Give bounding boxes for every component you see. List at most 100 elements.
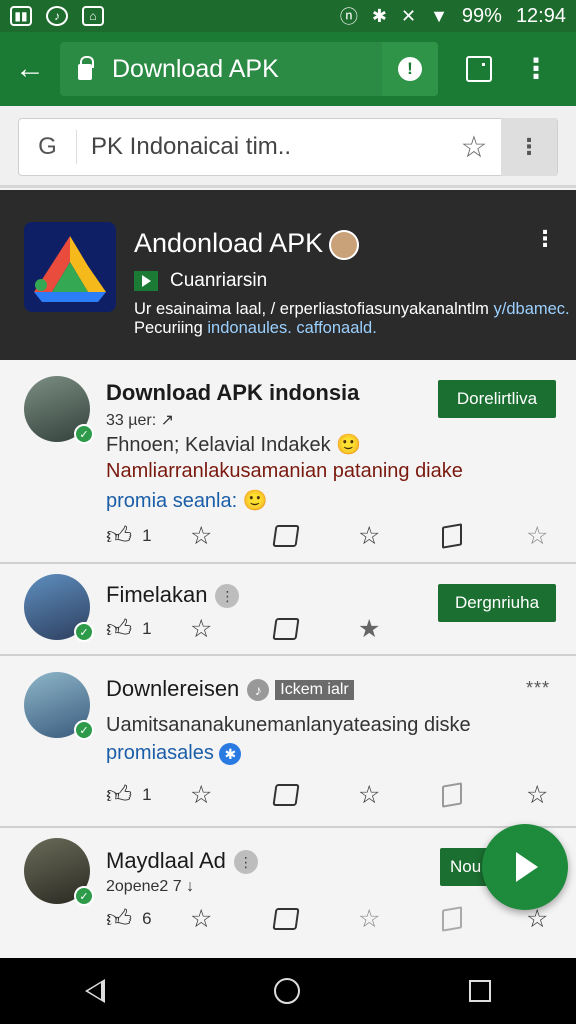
share-button[interactable]: [272, 525, 358, 547]
google-icon: G: [19, 130, 77, 164]
post-actions: 👍︎ 6 ☆ ☆ ☆: [106, 904, 556, 934]
music-badge-icon: ♪: [247, 679, 270, 702]
thumbs-up-icon: 👍︎: [106, 522, 133, 550]
alert-icon: !: [398, 57, 422, 81]
play-store-icon: [134, 271, 158, 291]
verified-icon: ✓: [74, 720, 94, 740]
post-author[interactable]: Downlereisen ♪ Ickem ialr: [106, 676, 354, 702]
post-author[interactable]: Fimelakan ⋮: [106, 582, 240, 609]
search-input[interactable]: G PK Indonaicai tim.. ☆ ⋮: [18, 118, 558, 176]
wifi-icon: ▼: [430, 5, 448, 26]
status-bar: ▮▮ ♪ ⌂ ⓝ ✱ ✕ ▼ 99% 12:94: [0, 0, 576, 32]
download-button[interactable]: Dorelirtliva: [438, 380, 556, 418]
more-info-icon[interactable]: ⋮: [215, 584, 240, 609]
back-arrow-icon[interactable]: ←: [0, 32, 60, 106]
avatar[interactable]: ✓: [24, 838, 94, 906]
favorite-button[interactable]: ☆: [190, 904, 274, 934]
save-button[interactable]: [442, 523, 526, 549]
app-subtitle: Cuanriarsin: [134, 270, 267, 292]
like-button[interactable]: 👍︎ 1: [106, 521, 190, 551]
post-actions: 👍︎ 1 ☆ ★: [106, 614, 556, 644]
nav-recents-icon[interactable]: [469, 980, 492, 1002]
bookmark-icon: [442, 906, 462, 932]
share-button[interactable]: [272, 908, 358, 930]
star-icon: ☆: [190, 522, 213, 550]
post-meta: 33 µer: ↗: [106, 412, 174, 429]
post-author[interactable]: Download APK indonsia: [106, 380, 359, 406]
share-icon: [272, 784, 300, 806]
rate-button[interactable]: ★: [358, 614, 442, 644]
nfc-icon: ⓝ: [339, 7, 358, 27]
nav-back-icon[interactable]: [84, 979, 105, 1003]
lock-icon: [78, 56, 94, 80]
app-header-card: Andonload APK ⋮ Cuanriarsin Ur esainaima…: [0, 190, 576, 360]
thumbs-up-icon: 👍︎: [106, 781, 133, 809]
bookmark-icon: [442, 782, 462, 808]
post-card: ✓ Download APK indonsia 33 µer: ↗ Doreli…: [0, 360, 576, 564]
star-icon: ☆: [190, 905, 213, 933]
star-icon: ☆: [358, 522, 381, 550]
share-button[interactable]: [272, 618, 358, 640]
star-icon: ☆: [358, 905, 381, 933]
avatar[interactable]: ✓: [24, 672, 94, 740]
music-icon: ♪: [46, 6, 68, 26]
search-query: PK Indonaicai tim..: [91, 133, 292, 160]
post-link[interactable]: promia seanla: 🙂: [106, 488, 268, 513]
no-signal-icon: ✕: [400, 5, 417, 26]
share-icon: [272, 525, 300, 547]
star-button[interactable]: ☆: [526, 780, 548, 810]
like-button[interactable]: 👍︎ 6: [106, 904, 190, 934]
app-title: Andonload APK: [134, 228, 360, 260]
share-button[interactable]: [272, 784, 358, 806]
verified-icon: ✓: [74, 424, 94, 444]
app-logo[interactable]: [24, 222, 116, 312]
thumbs-up-icon: 👍︎: [106, 615, 133, 643]
like-button[interactable]: 👍︎ 1: [106, 614, 190, 644]
image-icon: ▮▮: [10, 6, 32, 26]
app-menu-icon[interactable]: ⋮: [534, 226, 556, 252]
info-alert-button[interactable]: !: [382, 42, 438, 96]
verified-badge-icon: ✱: [219, 742, 242, 765]
avatar[interactable]: ✓: [24, 574, 94, 642]
star-icon: ☆: [358, 781, 381, 809]
favorite-button[interactable]: ☆: [190, 521, 274, 551]
description-link-2[interactable]: indonaules. caffonaald.: [207, 319, 376, 337]
description-link-1[interactable]: y/dbamec.: [494, 300, 570, 318]
tabs-switcher-icon[interactable]: [466, 56, 492, 82]
nav-home-icon[interactable]: [273, 978, 300, 1004]
more-info-icon[interactable]: ⋮: [233, 850, 258, 875]
post-card: ✓ Downlereisen ♪ Ickem ialr *** Uamitsanan…: [0, 656, 576, 828]
favorite-button[interactable]: ☆: [190, 780, 274, 810]
app-description-line1: Ur esainaima laal, / erperliastofiasunya…: [134, 300, 570, 318]
rate-button[interactable]: ☆: [358, 521, 442, 551]
url-title: Download APK: [112, 54, 279, 83]
rate-button[interactable]: ☆: [358, 780, 442, 810]
avatar[interactable]: ✓: [24, 376, 94, 444]
post-actions: 👍︎ 1 ☆ ☆ ☆: [106, 780, 556, 810]
post-author[interactable]: Maydlaal Ad ⋮: [106, 848, 258, 875]
star-icon: ☆: [526, 522, 549, 550]
favorite-button[interactable]: ☆: [190, 614, 274, 644]
search-menu-icon[interactable]: ⋮: [501, 118, 557, 176]
post-more-menu[interactable]: ***: [526, 678, 550, 699]
verified-icon: ✓: [74, 886, 94, 906]
star-button[interactable]: ☆: [526, 521, 548, 551]
like-button[interactable]: 👍︎ 1: [106, 780, 190, 810]
star-icon: ☆: [190, 615, 213, 643]
thumbs-up-icon: 👍︎: [106, 905, 133, 933]
battery-level: 99%: [461, 4, 502, 27]
bookmark-star-icon[interactable]: ☆: [447, 130, 501, 165]
overflow-menu-icon[interactable]: ⋮: [522, 55, 550, 83]
save-button[interactable]: [442, 906, 526, 932]
share-icon: [272, 908, 300, 930]
post-link[interactable]: promiasales ✱: [106, 742, 242, 765]
share-icon: [272, 618, 300, 640]
post-meta: 2opene2 7 ↓: [106, 878, 195, 895]
photo-icon: ⌂: [82, 6, 104, 26]
url-bar[interactable]: Download APK !: [60, 42, 438, 96]
save-button[interactable]: [442, 782, 526, 808]
verified-icon: ✓: [74, 622, 94, 642]
post-card: ✓ Fimelakan ⋮ Dergnriuha 👍︎ 1 ☆ ★: [0, 564, 576, 656]
play-fab-button[interactable]: [482, 824, 568, 910]
rate-button[interactable]: ☆: [358, 904, 442, 934]
